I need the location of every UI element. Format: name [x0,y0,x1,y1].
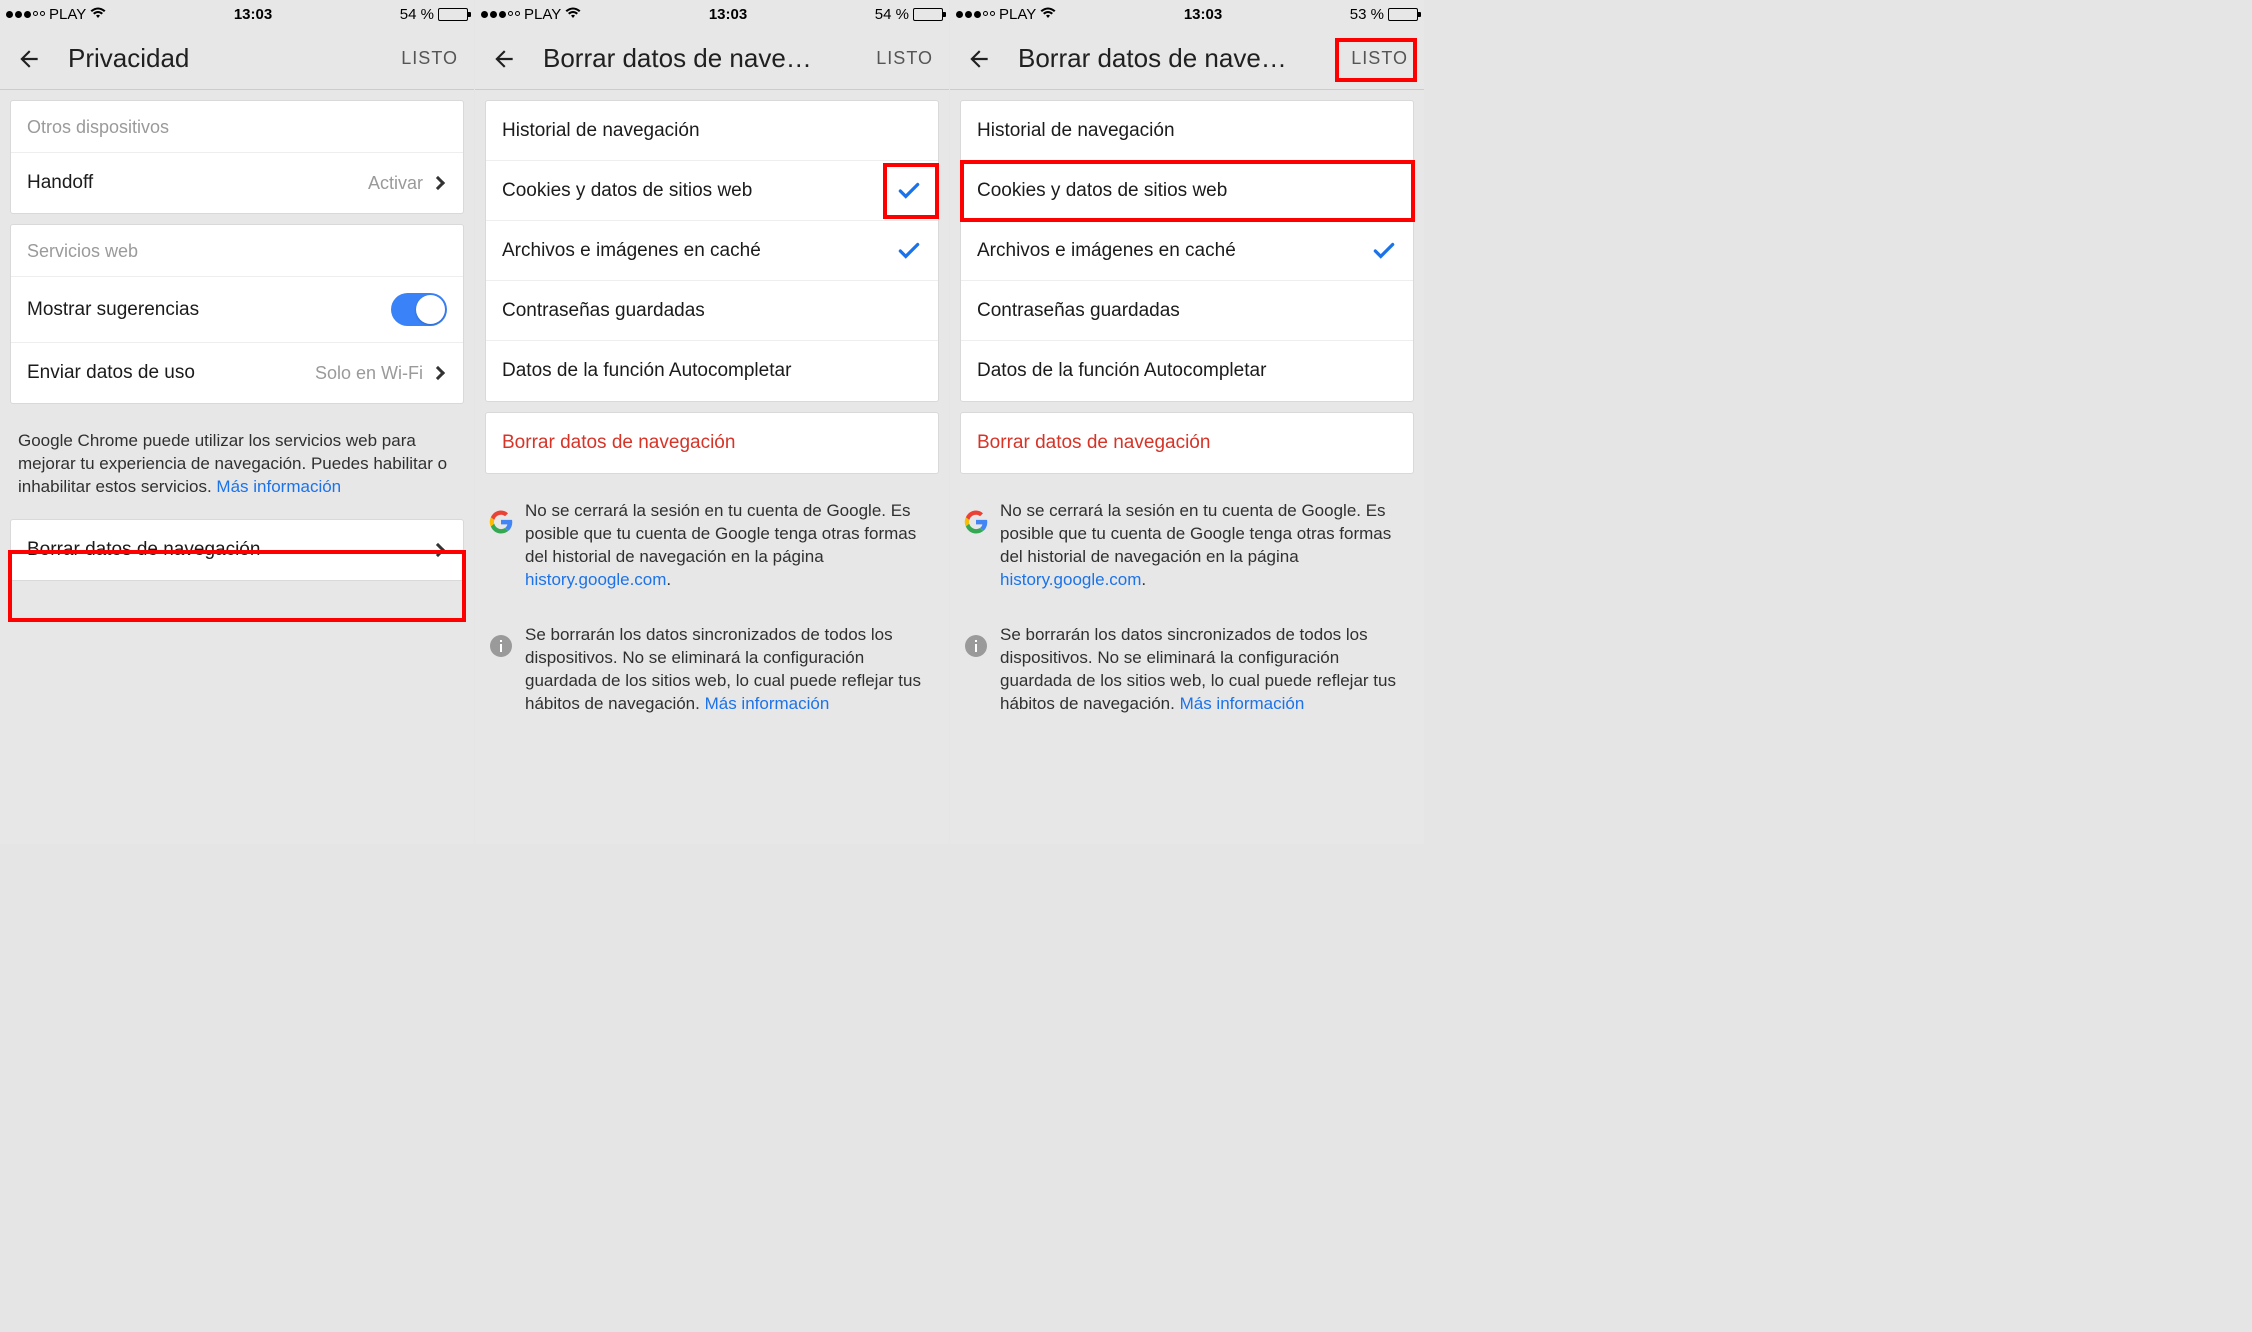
option-history[interactable]: Historial de navegación [961,101,1413,161]
status-bar: PLAY 13:03 53 % [950,0,1424,28]
page-title: Borrar datos de nave… [1018,43,1349,74]
done-button[interactable]: LISTO [399,44,460,73]
back-button[interactable] [14,44,44,74]
google-logo-icon [489,510,513,534]
carrier-label: PLAY [524,6,561,23]
battery-pct: 53 % [1350,6,1384,23]
option-autofill[interactable]: Datos de la función Autocompletar [486,341,938,401]
wifi-icon [90,7,106,22]
clear-options-list: Historial de navegación Cookies y datos … [485,100,939,402]
carrier-label: PLAY [49,6,86,23]
done-button[interactable]: LISTO [1349,44,1410,73]
option-passwords[interactable]: Contraseñas guardadas [486,281,938,341]
nav-bar: Privacidad LISTO [0,28,474,90]
info-icon [964,634,988,658]
back-button[interactable] [964,44,994,74]
clear-data-action[interactable]: Borrar datos de navegación [486,413,938,473]
usage-value: Solo en Wi-Fi [315,363,423,384]
section-header: Otros dispositivos [11,101,463,153]
nav-bar: Borrar datos de nave… LISTO [475,28,949,90]
option-cache[interactable]: Archivos e imágenes en caché [486,221,938,281]
screen-1: PLAY 13:03 54 % Privacidad LISTO Otros d… [0,0,474,844]
sync-note: Se borrarán los datos sincronizados de t… [950,608,1424,732]
battery-pct: 54 % [400,6,434,23]
sync-note: Se borrarán los datos sincronizados de t… [475,608,949,732]
handoff-value: Activar [368,173,423,194]
status-bar: PLAY 13:03 54 % [0,0,474,28]
info-icon [489,634,513,658]
chevron-right-icon [431,366,445,380]
option-cookies[interactable]: Cookies y datos de sitios web [486,161,938,221]
page-title: Privacidad [68,43,399,74]
option-cookies[interactable]: Cookies y datos de sitios web [961,161,1413,221]
option-passwords[interactable]: Contraseñas guardadas [961,281,1413,341]
option-cache[interactable]: Archivos e imágenes en caché [961,221,1413,281]
clear-options-list: Historial de navegación Cookies y datos … [960,100,1414,402]
screen-3: PLAY 13:03 53 % Borrar datos de nave… LI… [950,0,1424,844]
section-other-devices: Otros dispositivos Handoff Activar [10,100,464,214]
clock: 13:03 [709,6,747,23]
check-icon [896,178,922,204]
screen-2: PLAY 13:03 54 % Borrar datos de nave… LI… [475,0,949,844]
chevron-right-icon [431,543,445,557]
google-account-note: No se cerrará la sesión en tu cuenta de … [950,484,1424,608]
signal-icon [481,11,520,18]
battery-icon [438,8,468,21]
clear-data-row[interactable]: Borrar datos de navegación [11,520,463,580]
usage-label: Enviar datos de uso [27,362,315,384]
page-title: Borrar datos de nave… [543,43,874,74]
chevron-right-icon [431,176,445,190]
suggestions-label: Mostrar sugerencias [27,299,391,321]
back-button[interactable] [489,44,519,74]
clear-action-card: Borrar datos de navegación [485,412,939,474]
handoff-label: Handoff [27,172,368,194]
battery-icon [1388,8,1418,21]
clock: 13:03 [234,6,272,23]
wifi-icon [1040,7,1056,22]
history-link[interactable]: history.google.com [1000,570,1141,589]
suggestions-toggle[interactable] [391,293,447,326]
clear-data-action[interactable]: Borrar datos de navegación [961,413,1413,473]
google-account-note: No se cerrará la sesión en tu cuenta de … [475,484,949,608]
done-button[interactable]: LISTO [874,44,935,73]
clear-data-card: Borrar datos de navegación [10,519,464,581]
nav-bar: Borrar datos de nave… LISTO [950,28,1424,90]
more-info-link[interactable]: Más información [216,477,341,496]
check-icon [1371,238,1397,264]
section-header: Servicios web [11,225,463,277]
more-info-link[interactable]: Más información [705,694,830,713]
history-link[interactable]: history.google.com [525,570,666,589]
google-logo-icon [964,510,988,534]
suggestions-row[interactable]: Mostrar sugerencias [11,277,463,343]
check-icon [896,238,922,264]
signal-icon [956,11,995,18]
handoff-row[interactable]: Handoff Activar [11,153,463,213]
usage-data-row[interactable]: Enviar datos de uso Solo en Wi-Fi [11,343,463,403]
wifi-icon [565,7,581,22]
battery-pct: 54 % [875,6,909,23]
clock: 13:03 [1184,6,1222,23]
clear-action-card: Borrar datos de navegación [960,412,1414,474]
signal-icon [6,11,45,18]
option-autofill[interactable]: Datos de la función Autocompletar [961,341,1413,401]
clear-data-label: Borrar datos de navegación [27,539,433,561]
web-services-note: Google Chrome puede utilizar los servici… [0,414,474,509]
carrier-label: PLAY [999,6,1036,23]
option-history[interactable]: Historial de navegación [486,101,938,161]
status-bar: PLAY 13:03 54 % [475,0,949,28]
section-web-services: Servicios web Mostrar sugerencias Enviar… [10,224,464,404]
battery-icon [913,8,943,21]
more-info-link[interactable]: Más información [1180,694,1305,713]
